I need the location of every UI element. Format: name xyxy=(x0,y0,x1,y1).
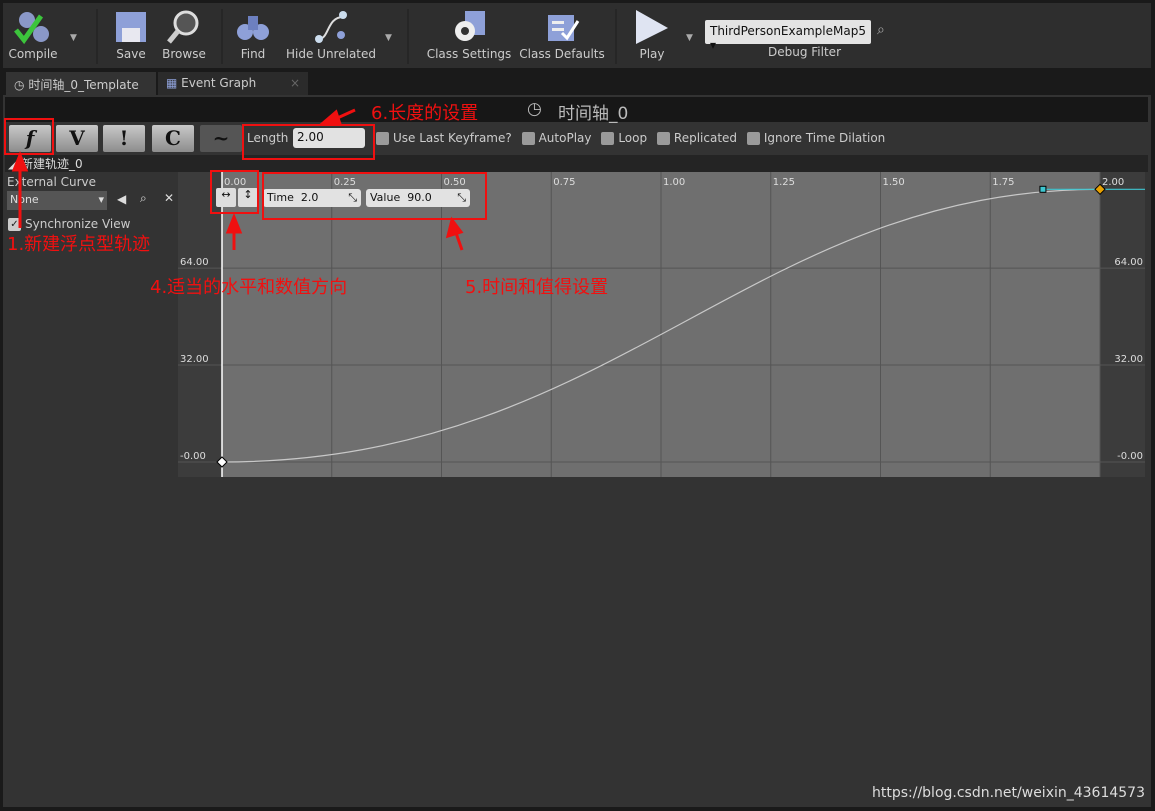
browse-button[interactable]: Browse xyxy=(161,7,207,61)
ignore-time-dilation-checkbox[interactable]: Ignore Time Dilation xyxy=(746,131,885,145)
annotation-box-5 xyxy=(262,172,487,220)
x-tick-label: 1.00 xyxy=(663,177,685,188)
document-tabs: ◷ 时间轴_0_Template ▦ Event Graph × xyxy=(0,70,1155,96)
annotation-4: 4.适当的水平和数值方向 xyxy=(150,277,348,298)
hide-unrelated-button[interactable]: Hide Unrelated xyxy=(286,7,376,61)
track-name: 新建轨迹_0 xyxy=(21,157,83,171)
debug-filter-label: Debug Filter xyxy=(768,45,841,59)
use-last-keyframe-checkbox[interactable]: Use Last Keyframe? xyxy=(376,131,512,145)
timeline-title-bar: ◷ 时间轴_0 xyxy=(5,97,1148,124)
play-dropdown[interactable]: ▼ xyxy=(686,33,693,43)
x-tick-label: 1.25 xyxy=(773,177,795,188)
hide-unrelated-dropdown[interactable]: ▼ xyxy=(385,33,392,43)
close-icon[interactable]: × xyxy=(290,76,300,90)
play-button[interactable]: Play xyxy=(629,7,675,61)
tab-timeline-template[interactable]: ◷ 时间轴_0_Template xyxy=(6,72,156,96)
x-tick-label: 2.00 xyxy=(1102,177,1124,188)
hide-unrelated-icon xyxy=(286,7,376,47)
play-icon xyxy=(629,7,675,47)
synchronize-view-checkbox[interactable]: ✓ Synchronize View xyxy=(8,217,130,231)
tangent-handle xyxy=(1039,185,1047,193)
annotation-box-6 xyxy=(242,124,375,160)
binoculars-icon xyxy=(235,7,271,47)
external-curve-label: External Curve xyxy=(7,175,97,189)
y-tick-label-left: 32.00 xyxy=(180,354,209,365)
debug-filter-select[interactable]: ThirdPersonExampleMap5 ▾ xyxy=(705,20,871,52)
add-color-track-button[interactable]: C xyxy=(152,125,194,152)
graph-icon: ▦ xyxy=(166,76,178,90)
gear-icon xyxy=(426,7,512,47)
y-tick-label-left: 64.00 xyxy=(180,257,209,268)
debug-search-icon[interactable]: ⌕ xyxy=(877,22,885,38)
use-selected-arrow-icon[interactable]: ◀ xyxy=(117,192,126,206)
out-of-range-left xyxy=(178,172,222,477)
watermark: https://blog.csdn.net/weixin_43614573 xyxy=(871,785,1145,801)
class-settings-button[interactable]: Class Settings xyxy=(426,7,512,61)
annotation-box-4 xyxy=(210,170,259,214)
y-tick-label-left: -0.00 xyxy=(180,451,206,462)
compile-dropdown[interactable]: ▼ xyxy=(70,33,77,43)
timeline-title: 时间轴_0 xyxy=(558,104,629,124)
out-of-range-right xyxy=(1100,172,1145,477)
magnifier-icon xyxy=(161,7,207,47)
annotation-1: 1.新建浮点型轨迹 xyxy=(7,234,151,255)
y-tick-label-right: -0.00 xyxy=(1117,451,1143,462)
add-vector-track-button[interactable]: V xyxy=(56,125,98,152)
timeline-options: Use Last Keyframe? AutoPlay Loop Replica… xyxy=(376,131,891,145)
autoplay-checkbox[interactable]: AutoPlay xyxy=(521,131,591,145)
annotation-6: 6.长度的设置 xyxy=(371,103,479,124)
tab-event-graph[interactable]: ▦ Event Graph × xyxy=(158,72,308,96)
loop-checkbox[interactable]: Loop xyxy=(601,131,647,145)
external-curve-select[interactable]: None ▾ xyxy=(7,191,107,210)
find-button[interactable]: Find xyxy=(235,7,271,61)
track-header[interactable]: ◢ 新建轨迹_0 xyxy=(5,155,1148,172)
class-defaults-button[interactable]: Class Defaults xyxy=(519,7,605,61)
add-event-track-button[interactable]: ! xyxy=(103,125,145,152)
main-toolbar: Compile ▼ Save Browse Find Hide Unrelate… xyxy=(3,3,1151,68)
save-icon xyxy=(111,7,151,47)
compile-button[interactable]: Compile xyxy=(8,7,58,61)
y-tick-label-right: 32.00 xyxy=(1114,354,1143,365)
add-curve-asset-button[interactable]: ~ xyxy=(200,125,242,152)
clear-x-icon[interactable]: ✕ xyxy=(164,191,174,205)
x-tick-label: 1.50 xyxy=(883,177,905,188)
x-tick-label: 0.75 xyxy=(553,177,575,188)
annotation-5: 5.时间和值得设置 xyxy=(465,277,609,298)
browse-search-icon[interactable]: ⌕ xyxy=(140,191,147,206)
y-tick-label-right: 64.00 xyxy=(1114,257,1143,268)
x-tick-label: 1.75 xyxy=(992,177,1014,188)
checklist-icon xyxy=(519,7,605,47)
clock-icon: ◷ xyxy=(14,78,25,92)
save-button[interactable]: Save xyxy=(111,7,151,61)
curve-icon: ~ xyxy=(212,126,230,150)
clock-icon: ◷ xyxy=(527,99,542,119)
replicated-checkbox[interactable]: Replicated xyxy=(656,131,737,145)
annotation-box-1 xyxy=(4,118,54,155)
compile-icon xyxy=(8,7,58,47)
